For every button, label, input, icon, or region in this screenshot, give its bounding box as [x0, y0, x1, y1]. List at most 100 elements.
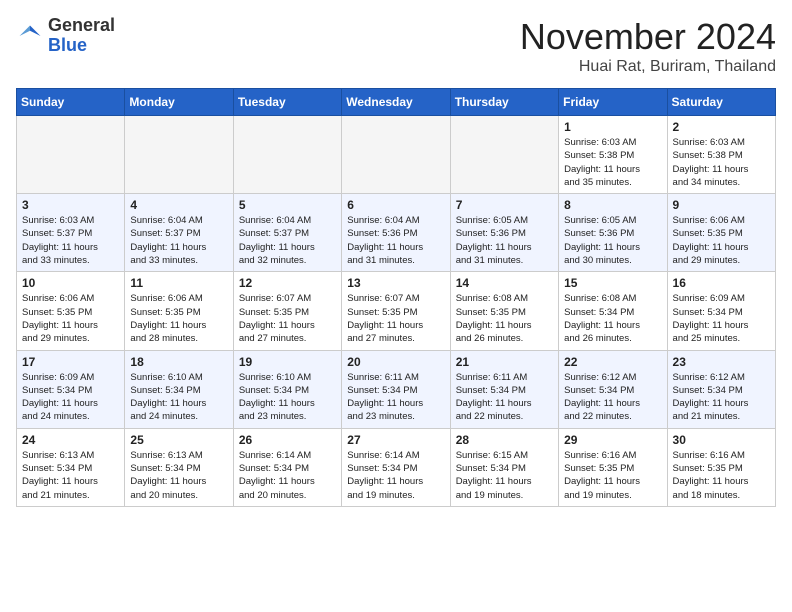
- weekday-header: Wednesday: [342, 89, 450, 116]
- day-number: 21: [456, 355, 553, 369]
- calendar-empty-cell: [342, 116, 450, 194]
- weekday-header: Friday: [559, 89, 667, 116]
- day-number: 9: [673, 198, 770, 212]
- calendar-day-cell: 13Sunrise: 6:07 AM Sunset: 5:35 PM Dayli…: [342, 272, 450, 350]
- day-number: 16: [673, 276, 770, 290]
- calendar-day-cell: 17 Sunrise: 6:09 AM Sunset: 5:34 PM Dayli…: [17, 350, 125, 428]
- calendar-week-row: 24Sunrise: 6:13 AM Sunset: 5:34 PM Dayli…: [17, 428, 776, 506]
- calendar-day-cell: 25 Sunrise: 6:13 AM Sunset: 5:34 PM Dayli…: [125, 428, 233, 506]
- day-info: Sunrise: 6:13 AM Sunset: 5:34 PM Dayligh…: [130, 449, 227, 502]
- day-info: Sunrise: 6:06 AM Sunset: 5:35 PM Dayligh…: [22, 292, 119, 345]
- calendar-day-cell: 21 Sunrise: 6:11 AM Sunset: 5:34 PM Dayli…: [450, 350, 558, 428]
- day-info: Sunrise: 6:10 AM Sunset: 5:34 PM Dayligh…: [130, 371, 227, 424]
- weekday-header: Thursday: [450, 89, 558, 116]
- calendar-day-cell: 1Sunrise: 6:03 AM Sunset: 5:38 PM Daylig…: [559, 116, 667, 194]
- day-number: 15: [564, 276, 661, 290]
- calendar-day-cell: 30 Sunrise: 6:16 AM Sunset: 5:35 PM Dayli…: [667, 428, 775, 506]
- day-number: 5: [239, 198, 336, 212]
- day-number: 25: [130, 433, 227, 447]
- weekday-header: Sunday: [17, 89, 125, 116]
- day-number: 27: [347, 433, 444, 447]
- day-info: Sunrise: 6:15 AM Sunset: 5:34 PM Dayligh…: [456, 449, 553, 502]
- calendar-week-row: 1 Sunrise: 6:03 AM Sunset: 5:38 PM Daylig…: [17, 116, 776, 194]
- calendar-day-cell: 23Sunrise: 6:12 AM Sunset: 5:34 PM Dayli…: [667, 350, 775, 428]
- calendar-table: SundayMondayTuesdayWednesdayThursdayFrid…: [16, 88, 776, 507]
- day-number: 14: [456, 276, 553, 290]
- day-number: 19: [239, 355, 336, 369]
- day-info: Sunrise: 6:11 AM Sunset: 5:34 PM Dayligh…: [347, 371, 444, 424]
- day-info: Sunrise: 6:04 AM Sunset: 5:37 PM Dayligh…: [239, 214, 336, 267]
- day-info: Sunrise: 6:05 AM Sunset: 5:36 PM Dayligh…: [456, 214, 553, 267]
- weekday-header: Saturday: [667, 89, 775, 116]
- day-info: Sunrise: 6:16 AM Sunset: 5:35 PM Dayligh…: [673, 449, 770, 502]
- calendar-day-cell: 15 Sunrise: 6:08 AM Sunset: 5:34 PM Dayli…: [559, 272, 667, 350]
- day-number: 6: [347, 198, 444, 212]
- day-number: 23: [673, 355, 770, 369]
- location: Huai Rat, Buriram, Thailand: [520, 58, 776, 76]
- calendar-empty-cell: [450, 116, 558, 194]
- day-number: 8: [564, 198, 661, 212]
- calendar-empty-cell: [125, 116, 233, 194]
- day-number: 26: [239, 433, 336, 447]
- calendar-day-cell: 8 Sunrise: 6:05 AM Sunset: 5:36 PM Daylig…: [559, 194, 667, 272]
- month-title: November 2024: [520, 16, 776, 58]
- day-number: 20: [347, 355, 444, 369]
- page-header: General Blue November 2024 Huai Rat, Bur…: [16, 16, 776, 76]
- calendar-day-cell: 11 Sunrise: 6:06 AM Sunset: 5:35 PM Dayli…: [125, 272, 233, 350]
- calendar-empty-cell: [17, 116, 125, 194]
- calendar-day-cell: 2 Sunrise: 6:03 AM Sunset: 5:38 PM Daylig…: [667, 116, 775, 194]
- day-info: Sunrise: 6:12 AM Sunset: 5:34 PM Dayligh…: [564, 371, 661, 424]
- day-number: 11: [130, 276, 227, 290]
- day-info: Sunrise: 6:05 AM Sunset: 5:36 PM Dayligh…: [564, 214, 661, 267]
- calendar-day-cell: 20 Sunrise: 6:11 AM Sunset: 5:34 PM Dayli…: [342, 350, 450, 428]
- day-number: 28: [456, 433, 553, 447]
- day-number: 7: [456, 198, 553, 212]
- day-info: Sunrise: 6:11 AM Sunset: 5:34 PM Dayligh…: [456, 371, 553, 424]
- calendar-day-cell: 22 Sunrise: 6:12 AM Sunset: 5:34 PM Dayli…: [559, 350, 667, 428]
- calendar-day-cell: 10Sunrise: 6:06 AM Sunset: 5:35 PM Dayli…: [17, 272, 125, 350]
- calendar-week-row: 3 Sunrise: 6:03 AM Sunset: 5:37 PM Daylig…: [17, 194, 776, 272]
- day-info: Sunrise: 6:14 AM Sunset: 5:34 PM Dayligh…: [347, 449, 444, 502]
- calendar-week-row: 10Sunrise: 6:06 AM Sunset: 5:35 PM Dayli…: [17, 272, 776, 350]
- calendar-day-cell: 18 Sunrise: 6:10 AM Sunset: 5:34 PM Dayli…: [125, 350, 233, 428]
- day-info: Sunrise: 6:03 AM Sunset: 5:37 PM Dayligh…: [22, 214, 119, 267]
- day-info: Sunrise: 6:10 AM Sunset: 5:34 PM Dayligh…: [239, 371, 336, 424]
- logo: General Blue: [16, 16, 115, 56]
- day-info: Sunrise: 6:14 AM Sunset: 5:34 PM Dayligh…: [239, 449, 336, 502]
- calendar-day-cell: 12Sunrise: 6:07 AM Sunset: 5:35 PM Dayli…: [233, 272, 341, 350]
- logo-icon: [16, 22, 44, 50]
- calendar-day-cell: 27 Sunrise: 6:14 AM Sunset: 5:34 PM Dayli…: [342, 428, 450, 506]
- day-info: Sunrise: 6:09 AM Sunset: 5:34 PM Dayligh…: [673, 292, 770, 345]
- day-info: Sunrise: 6:16 AM Sunset: 5:35 PM Dayligh…: [564, 449, 661, 502]
- day-info: Sunrise: 6:09 AM Sunset: 5:34 PM Dayligh…: [22, 371, 119, 424]
- weekday-header: Tuesday: [233, 89, 341, 116]
- day-info: Sunrise: 6:08 AM Sunset: 5:34 PM Dayligh…: [564, 292, 661, 345]
- day-info: Sunrise: 6:06 AM Sunset: 5:35 PM Dayligh…: [130, 292, 227, 345]
- calendar-day-cell: 14Sunrise: 6:08 AM Sunset: 5:35 PM Dayli…: [450, 272, 558, 350]
- day-info: Sunrise: 6:07 AM Sunset: 5:35 PM Dayligh…: [239, 292, 336, 345]
- day-number: 3: [22, 198, 119, 212]
- calendar-day-cell: 7 Sunrise: 6:05 AM Sunset: 5:36 PM Daylig…: [450, 194, 558, 272]
- day-number: 22: [564, 355, 661, 369]
- day-number: 29: [564, 433, 661, 447]
- calendar-day-cell: 16 Sunrise: 6:09 AM Sunset: 5:34 PM Dayli…: [667, 272, 775, 350]
- day-info: Sunrise: 6:06 AM Sunset: 5:35 PM Dayligh…: [673, 214, 770, 267]
- day-number: 17: [22, 355, 119, 369]
- calendar-day-cell: 3 Sunrise: 6:03 AM Sunset: 5:37 PM Daylig…: [17, 194, 125, 272]
- day-number: 18: [130, 355, 227, 369]
- logo-general: General: [48, 15, 115, 35]
- calendar-week-row: 17 Sunrise: 6:09 AM Sunset: 5:34 PM Dayli…: [17, 350, 776, 428]
- day-info: Sunrise: 6:04 AM Sunset: 5:37 PM Dayligh…: [130, 214, 227, 267]
- day-number: 30: [673, 433, 770, 447]
- day-number: 1: [564, 120, 661, 134]
- day-info: Sunrise: 6:03 AM Sunset: 5:38 PM Dayligh…: [673, 136, 770, 189]
- weekday-header: Monday: [125, 89, 233, 116]
- calendar-header-row: SundayMondayTuesdayWednesdayThursdayFrid…: [17, 89, 776, 116]
- day-number: 4: [130, 198, 227, 212]
- calendar-day-cell: 5 Sunrise: 6:04 AM Sunset: 5:37 PM Daylig…: [233, 194, 341, 272]
- calendar-day-cell: 19 Sunrise: 6:10 AM Sunset: 5:34 PM Dayli…: [233, 350, 341, 428]
- calendar-day-cell: 4 Sunrise: 6:04 AM Sunset: 5:37 PM Daylig…: [125, 194, 233, 272]
- day-number: 13: [347, 276, 444, 290]
- day-number: 2: [673, 120, 770, 134]
- calendar-empty-cell: [233, 116, 341, 194]
